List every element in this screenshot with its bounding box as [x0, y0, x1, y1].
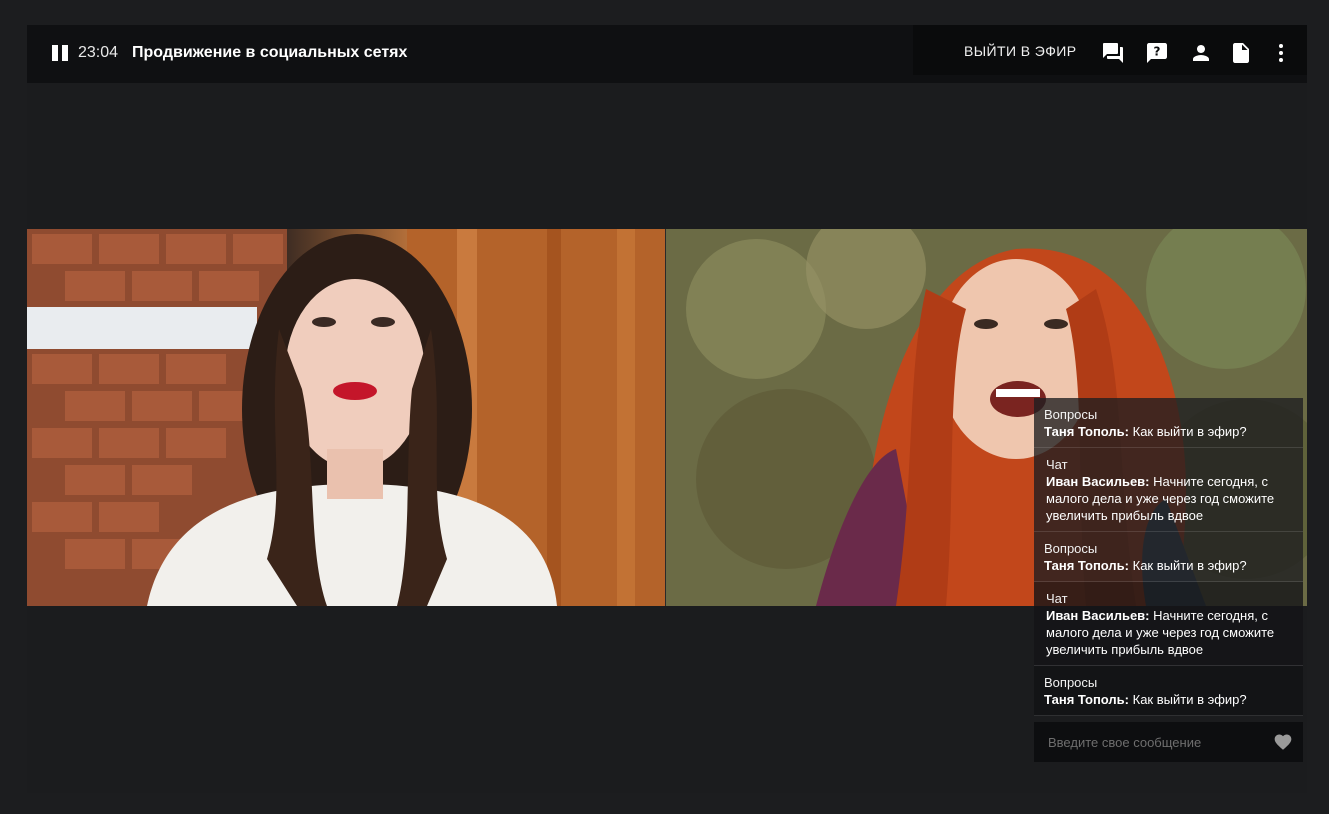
app-frame: 23:04 Продвижение в социальных сетях ВЫЙ…	[27, 25, 1307, 793]
message-text: Как выйти в эфир?	[1129, 692, 1247, 707]
svg-text:?: ?	[1154, 45, 1161, 59]
chat-icon[interactable]	[1101, 41, 1125, 65]
question-icon[interactable]: ?	[1145, 41, 1169, 65]
message-author: Таня Тополь:	[1044, 424, 1130, 439]
message-composer	[1034, 722, 1303, 762]
top-bar: 23:04 Продвижение в социальных сетях ВЫЙ…	[27, 25, 1307, 83]
message-category: Вопросы	[1044, 541, 1098, 556]
chat-message: Вопросы Таня Тополь: Как выйти в эфир?	[1034, 666, 1303, 716]
chat-message: Чат Иван Васильев: Начните сегодня, с ма…	[1034, 582, 1303, 666]
video-feed-host[interactable]	[27, 229, 665, 606]
message-input[interactable]	[1034, 722, 1254, 762]
chat-message: Вопросы Таня Тополь: Как выйти в эфир?	[1034, 532, 1303, 582]
message-category: Чат	[1046, 591, 1068, 606]
more-vertical-icon[interactable]	[1269, 41, 1293, 65]
message-author: Таня Тополь:	[1044, 692, 1130, 707]
message-text: Как выйти в эфир?	[1129, 424, 1247, 439]
stream-timer: 23:04	[78, 44, 119, 61]
message-author: Иван Васильев:	[1046, 474, 1150, 489]
message-author: Иван Васильев:	[1046, 608, 1150, 623]
pause-icon[interactable]	[52, 45, 68, 61]
message-author: Таня Тополь:	[1044, 558, 1130, 573]
message-text: Как выйти в эфир?	[1129, 558, 1247, 573]
chat-message: Чат Иван Васильев: Начните сегодня, с ма…	[1034, 448, 1303, 532]
message-category: Чат	[1046, 457, 1068, 472]
document-icon[interactable]	[1229, 41, 1253, 65]
go-live-button[interactable]: ВЫЙТИ В ЭФИР	[964, 43, 1076, 59]
chat-message: Вопросы Таня Тополь: Как выйти в эфир?	[1034, 398, 1303, 448]
heart-icon[interactable]	[1273, 732, 1293, 752]
message-category: Вопросы	[1044, 675, 1098, 690]
chat-panel: Вопросы Таня Тополь: Как выйти в эфир? Ч…	[1034, 398, 1303, 762]
page-title: Продвижение в социальных сетях	[132, 44, 408, 61]
person-icon[interactable]	[1189, 41, 1213, 65]
message-category: Вопросы	[1044, 407, 1098, 422]
